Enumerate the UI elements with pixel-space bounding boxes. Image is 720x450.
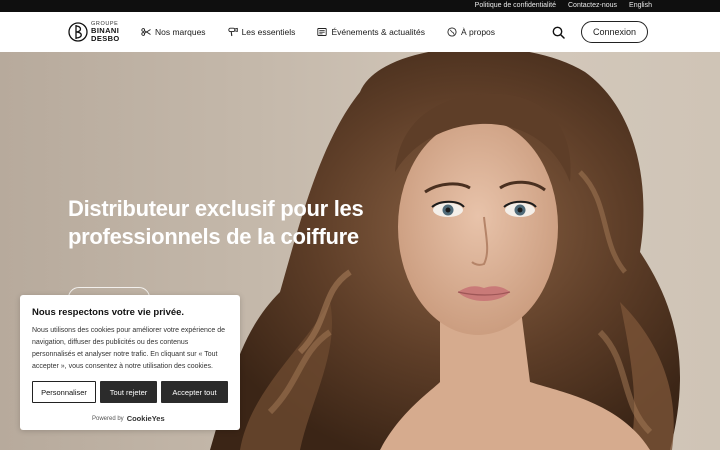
powered-by: Powered by CookieYes: [92, 414, 165, 423]
cookie-consent-banner: Nous respectons votre vie privée. Nous u…: [20, 295, 240, 430]
cookie-actions: Personnaliser Tout rejeter Accepter tout: [32, 381, 228, 403]
nav-item-label: Événements & actualités: [331, 27, 425, 37]
nav-item-about[interactable]: À propos: [447, 27, 495, 37]
main-nav: Nos marques Les essentiels Événements & …: [141, 12, 517, 52]
scissors-icon: [141, 28, 151, 36]
nav-item-essentials[interactable]: Les essentiels: [227, 27, 296, 37]
main-header: GROUPE BINANI DESBO Nos marques Les esse…: [0, 12, 720, 52]
nav-item-label: Les essentiels: [241, 27, 296, 37]
language-switch-link[interactable]: English: [629, 0, 652, 12]
utility-bar: Politique de confidentialité Contactez-n…: [0, 0, 720, 12]
newspaper-icon: [317, 28, 328, 36]
cookie-description: Nous utilisons des cookies pour améliore…: [32, 327, 225, 370]
hero-title-line-2: professionnels de la coiffure: [68, 224, 359, 249]
logo-mark-icon: [68, 22, 88, 42]
hero-title: Distributeur exclusif pour les professio…: [68, 195, 398, 251]
logo-line-desbo: DESBO: [91, 33, 120, 43]
cookieyes-logo[interactable]: CookieYes: [127, 414, 165, 423]
contact-link[interactable]: Contactez-nous: [568, 0, 617, 12]
customize-cookies-button[interactable]: Personnaliser: [32, 381, 96, 403]
utility-links: Politique de confidentialité Contactez-n…: [475, 0, 652, 12]
nav-item-label: À propos: [461, 27, 496, 37]
nav-item-events[interactable]: Événements & actualités: [317, 27, 425, 37]
hairdryer-icon: [227, 27, 238, 37]
login-button[interactable]: Connexion: [581, 21, 648, 43]
nav-item-label: Nos marques: [155, 27, 206, 37]
cookie-title: Nous respectons votre vie privée.: [32, 307, 185, 318]
reject-all-button[interactable]: Tout rejeter: [100, 381, 157, 403]
privacy-policy-link[interactable]: Politique de confidentialité: [475, 0, 556, 12]
accept-all-button[interactable]: Accepter tout: [161, 381, 228, 403]
site-logo[interactable]: GROUPE BINANI DESBO: [68, 20, 120, 44]
logo-wordmark: GROUPE BINANI DESBO: [91, 21, 120, 43]
search-icon[interactable]: [552, 26, 565, 39]
powered-by-label: Powered by: [92, 415, 124, 422]
nav-item-brands[interactable]: Nos marques: [141, 27, 206, 37]
hero-title-line-1: Distributeur exclusif pour les: [68, 196, 364, 221]
globe-icon: [447, 27, 457, 37]
